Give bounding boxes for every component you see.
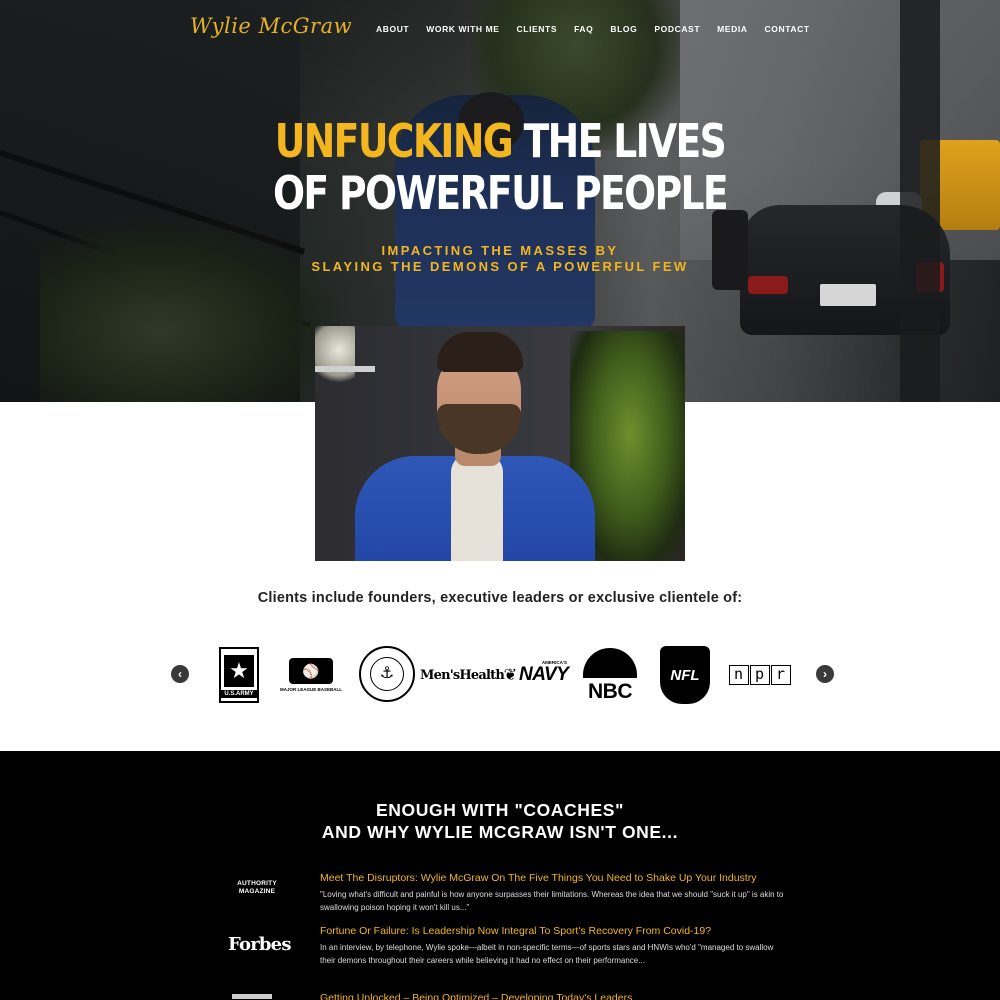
logo-nbc-text: NBC <box>588 679 633 703</box>
nav-item-contact[interactable]: CONTACT <box>765 24 810 34</box>
publication-logo <box>232 994 272 999</box>
logo-usmc[interactable]: ⚓ <box>359 646 415 702</box>
batter-icon: ⚾ <box>289 658 333 684</box>
article-excerpt: "Loving what's difficult and painful is … <box>320 890 784 912</box>
logo-mens-health[interactable]: Men'sHealth <box>420 664 505 686</box>
nav-item-faq[interactable]: FAQ <box>574 24 593 34</box>
hero-subline-1: IMPACTING THE MASSES BY <box>381 243 619 258</box>
press-heading-line2: AND WHY WYLIE MCGRAW ISN'T ONE... <box>321 822 679 842</box>
logo-navy[interactable]: ❦ NAVY AMERICA'S <box>503 660 569 690</box>
logo-npr-letter: p <box>749 665 770 685</box>
press-heading-line1: ENOUGH WITH "COACHES" <box>376 800 624 820</box>
star-icon: ★ <box>224 654 254 687</box>
chevron-left-icon[interactable]: ‹ <box>171 665 189 683</box>
client-logo-carousel: ★ U.S.ARMY ⚾ MAJOR LEAGUE BASEBALL ⚓ Men… <box>215 640 795 710</box>
article-excerpt: In an interview, by telephone, Wylie spo… <box>320 943 774 965</box>
hero-subline-2: SLAYING THE DEMONS OF A POWERFUL FEW <box>311 259 689 274</box>
nav-item-media[interactable]: MEDIA <box>717 24 747 34</box>
logo-npr[interactable]: n p r <box>727 664 793 686</box>
logo-mlb-text: MAJOR LEAGUE BASEBALL <box>280 687 343 692</box>
logo-nfl[interactable]: NFL <box>660 646 710 704</box>
publication-logo-forbes: Forbes <box>228 934 291 955</box>
logo-navy-subtext: AMERICA'S <box>541 660 567 665</box>
nav-item-about[interactable]: ABOUT <box>376 24 409 34</box>
logo-npr-letter: n <box>728 665 749 685</box>
nav-item-work-with-me[interactable]: WORK WITH ME <box>426 24 499 34</box>
logo-mlb[interactable]: ⚾ MAJOR LEAGUE BASEBALL <box>280 655 343 695</box>
portrait-shirt <box>451 454 503 561</box>
main-nav: ABOUT WORK WITH ME CLIENTS FAQ BLOG PODC… <box>376 24 827 34</box>
hero-headline-rest: THE LIVES <box>512 114 727 168</box>
article-title-link[interactable]: Meet The Disruptors: Wylie McGraw On The… <box>320 872 756 884</box>
portrait-beard <box>437 404 521 454</box>
hero-headline-accent: UNFUCKING <box>274 114 514 168</box>
publication-logo-authority-magazine: AUTHORITY MAGAZINE <box>237 880 277 895</box>
logo-us-army[interactable]: ★ U.S.ARMY <box>219 647 259 703</box>
hero-headline-line1: UNFUCKING THE LIVES <box>90 116 910 166</box>
eagle-icon: ❦ <box>503 667 517 684</box>
portrait-shelf <box>315 366 375 372</box>
nav-item-blog[interactable]: BLOG <box>610 24 637 34</box>
logo-army-text: U.S.ARMY <box>221 689 257 698</box>
nav-item-clients[interactable]: CLIENTS <box>517 24 558 34</box>
globe-anchor-icon: ⚓ <box>370 657 404 691</box>
portrait-photo <box>315 326 685 561</box>
site-logo[interactable]: Wylie McGraw <box>190 14 352 38</box>
portrait-hair <box>437 332 523 372</box>
logo-npr-letter: r <box>770 665 791 685</box>
clients-heading: Clients include founders, executive lead… <box>257 590 743 606</box>
peacock-icon <box>583 647 637 678</box>
logo-navy-text: NAVY <box>519 664 569 685</box>
chevron-right-icon[interactable]: › <box>816 665 834 683</box>
hero-headline-line2: OF POWERFUL PEOPLE <box>272 166 729 220</box>
article-title-link[interactable]: Fortune Or Failure: Is Leadership Now In… <box>320 925 711 937</box>
logo-nbc[interactable]: NBC <box>579 644 641 706</box>
article-title-link[interactable]: Getting Unlocked – Being Optimized – Dev… <box>320 992 632 1000</box>
hero-background-plate <box>820 284 876 306</box>
hero-background-car-light <box>748 276 788 294</box>
portrait-lamp <box>315 326 355 386</box>
nav-item-podcast[interactable]: PODCAST <box>654 24 700 34</box>
